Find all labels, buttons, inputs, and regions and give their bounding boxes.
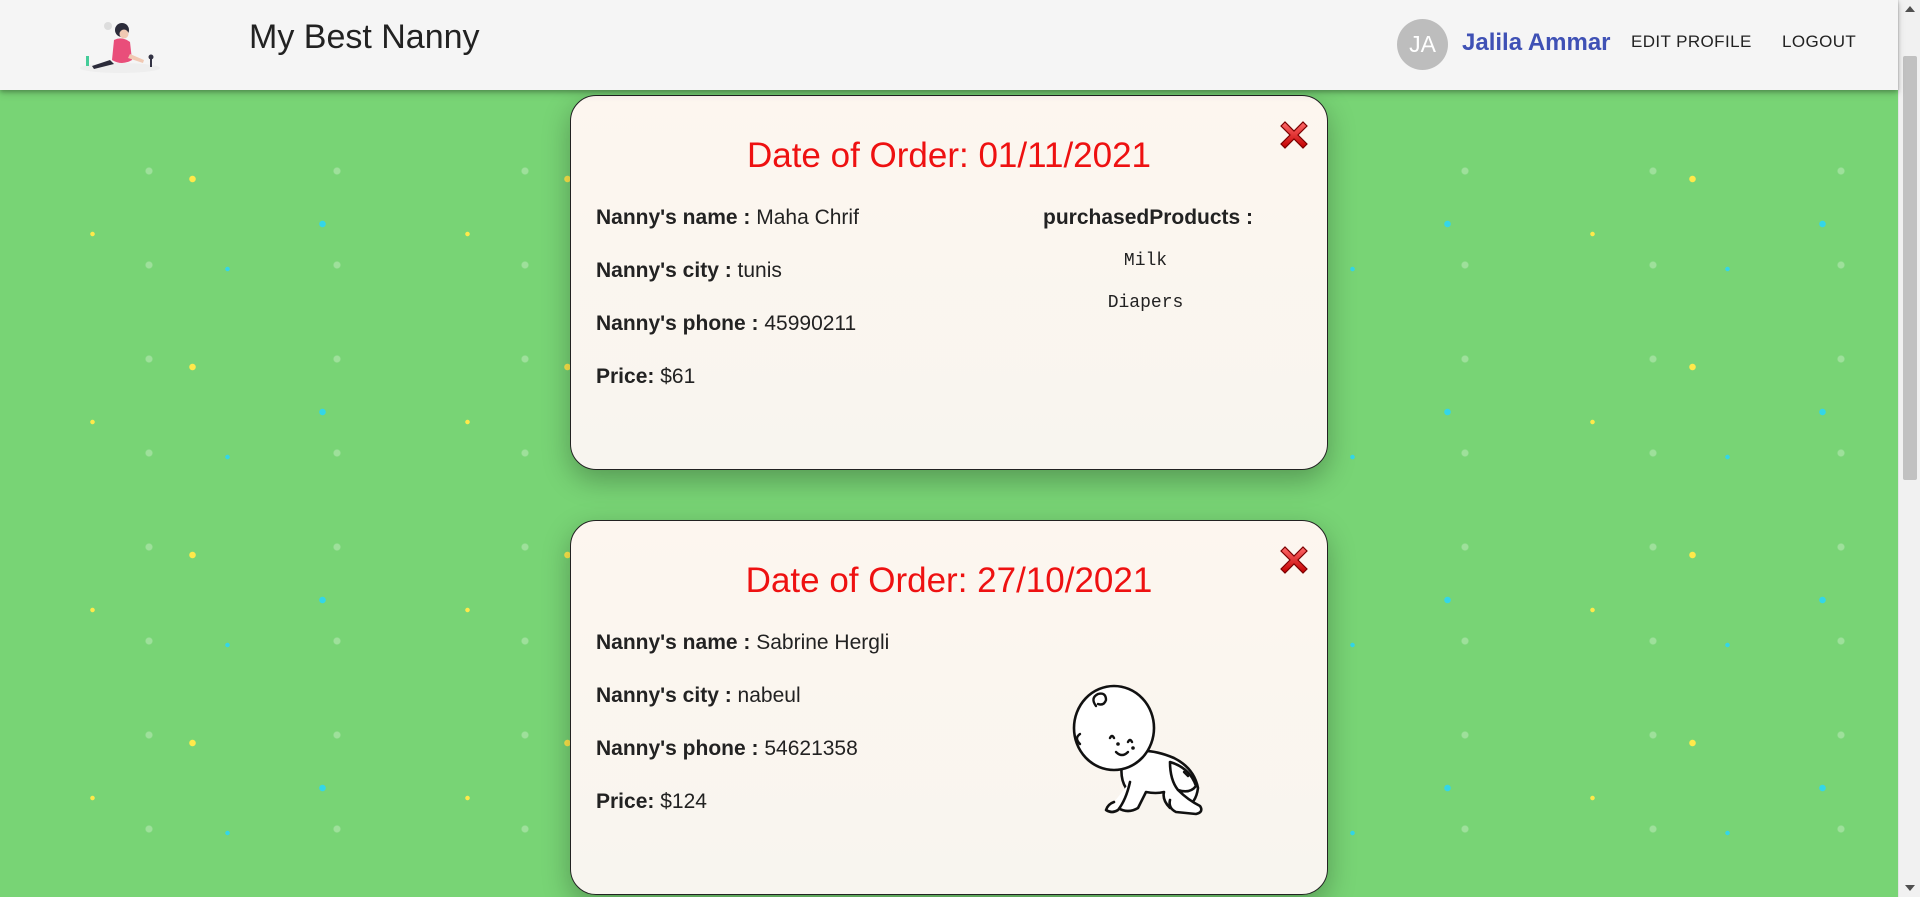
nanny-name-field: Nanny's name : Maha Chrif xyxy=(596,206,859,230)
site-title: My Best Nanny xyxy=(249,18,480,56)
nanny-phone-value: 45990211 xyxy=(764,312,857,335)
price-value: $61 xyxy=(660,365,696,388)
nanny-name-label: Nanny's name : xyxy=(596,206,751,229)
product-item: Milk xyxy=(1123,251,1168,271)
edit-profile-button[interactable]: EDIT PROFILE xyxy=(1631,32,1752,52)
app-bar: My Best Nanny JA Jalila Ammar EDIT PROFI… xyxy=(0,0,1898,90)
price-label: Price: xyxy=(596,365,655,388)
order-card: Date of Order: 27/10/2021 Nanny's name :… xyxy=(570,520,1328,895)
nanny-city-value: tunis xyxy=(737,259,782,282)
purchased-products-label: purchasedProducts : xyxy=(1043,206,1254,229)
price-field: Price: $61 xyxy=(596,365,695,389)
scroll-up-arrow-icon[interactable] xyxy=(1905,6,1915,12)
nanny-phone-label: Nanny's phone : xyxy=(596,312,759,335)
crawling-baby-icon xyxy=(1072,684,1203,816)
price-label: Price: xyxy=(596,790,655,813)
scroll-thumb[interactable] xyxy=(1903,56,1917,480)
order-card: Date of Order: 01/11/2021 Nanny's name :… xyxy=(570,95,1328,470)
logout-button[interactable]: LOGOUT xyxy=(1782,32,1856,52)
scroll-down-arrow-icon[interactable] xyxy=(1905,885,1915,891)
nanny-phone-label: Nanny's phone : xyxy=(596,737,759,760)
nanny-name-value: Maha Chrif xyxy=(756,206,859,229)
nanny-name-field: Nanny's name : Sabrine Hergli xyxy=(596,631,889,655)
avatar[interactable]: JA xyxy=(1397,19,1448,70)
nanny-city-field: Nanny's city : nabeul xyxy=(596,684,801,708)
nanny-phone-field: Nanny's phone : 45990211 xyxy=(596,312,856,336)
scrollbar[interactable] xyxy=(1898,0,1920,897)
nanny-city-value: nabeul xyxy=(737,684,801,707)
order-date: Date of Order: 01/11/2021 xyxy=(746,136,1152,175)
nanny-name-value: Sabrine Hergli xyxy=(756,631,890,654)
nanny-logo-icon[interactable] xyxy=(70,8,170,78)
nanny-city-field: Nanny's city : tunis xyxy=(596,259,782,283)
nanny-phone-field: Nanny's phone : 54621358 xyxy=(596,737,858,761)
nanny-name-label: Nanny's name : xyxy=(596,631,751,654)
user-name[interactable]: Jalila Ammar xyxy=(1462,29,1611,57)
price-value: $124 xyxy=(660,790,707,813)
nanny-city-label: Nanny's city : xyxy=(596,259,732,282)
price-field: Price: $124 xyxy=(596,790,707,814)
nanny-city-label: Nanny's city : xyxy=(596,684,732,707)
nanny-phone-value: 54621358 xyxy=(764,737,858,760)
order-date: Date of Order: 27/10/2021 xyxy=(745,561,1153,600)
product-item: Diapers xyxy=(1107,293,1184,313)
